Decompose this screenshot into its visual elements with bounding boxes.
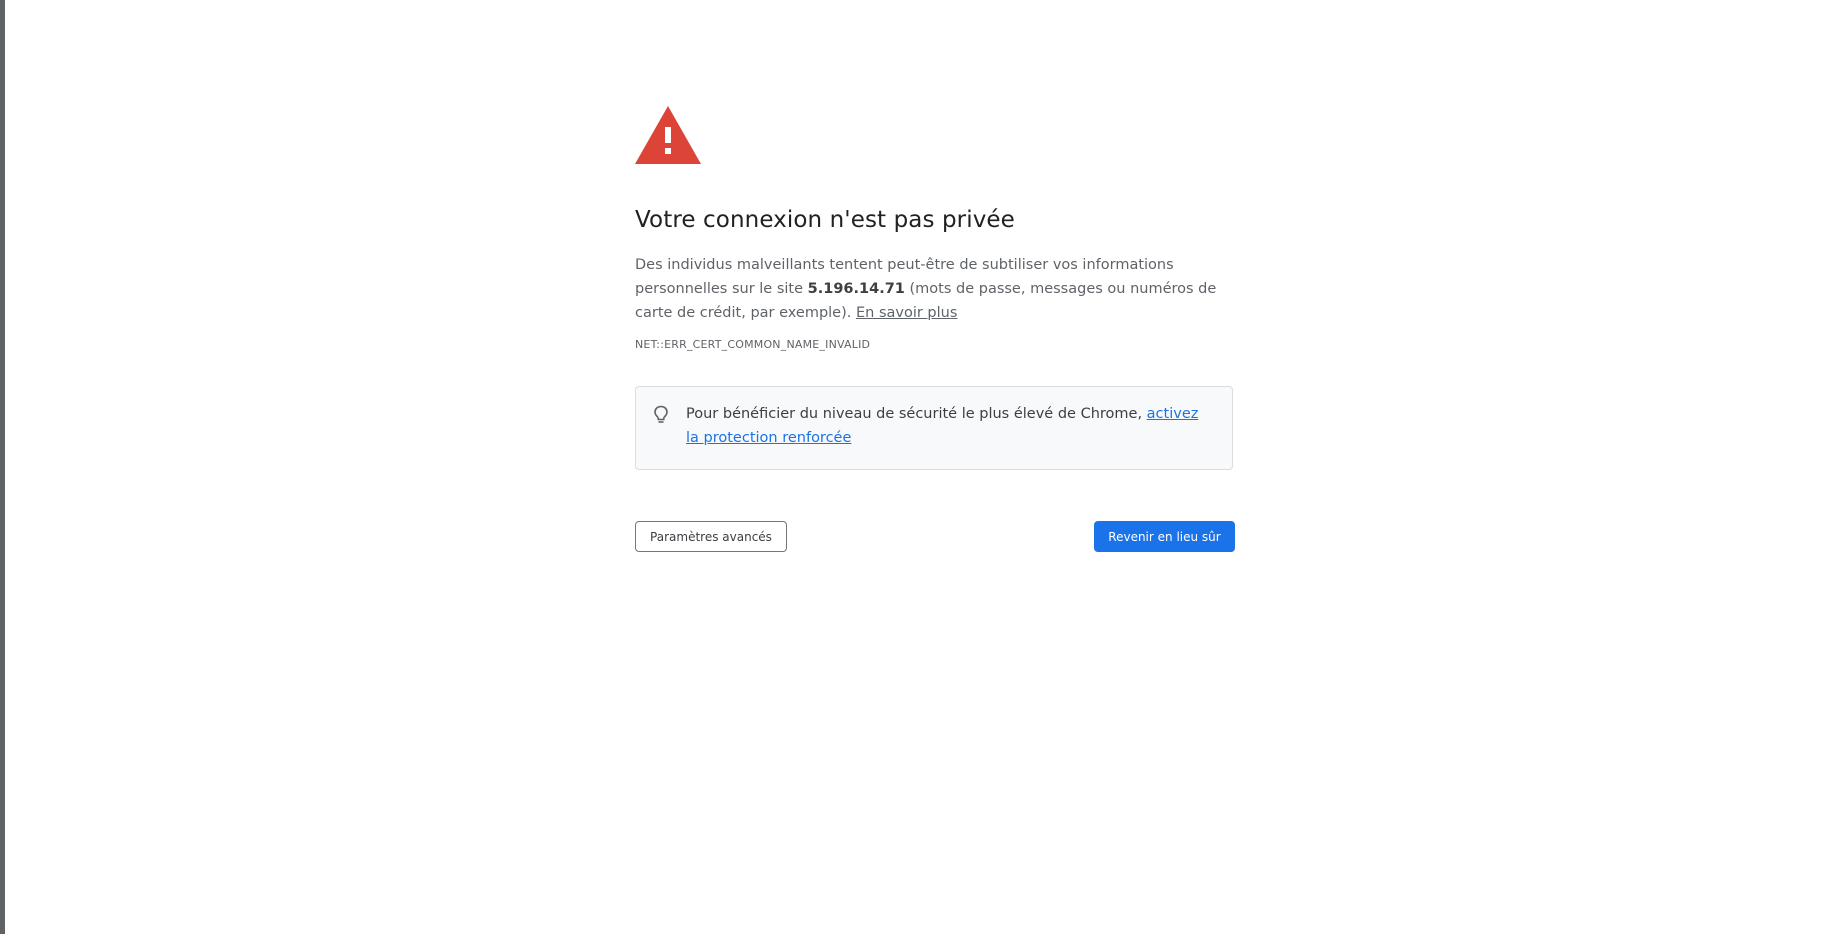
host-name: 5.196.14.71 bbox=[807, 281, 905, 297]
enhanced-protection-promo: Pour bénéficier du niveau de sécurité le… bbox=[635, 386, 1233, 470]
interstitial-container: Votre connexion n'est pas privée Des ind… bbox=[635, 106, 1235, 553]
promo-text: Pour bénéficier du niveau de sécurité le… bbox=[686, 402, 1206, 450]
advanced-settings-button[interactable]: Paramètres avancés bbox=[635, 521, 787, 552]
promo-text-start: Pour bénéficier du niveau de sécurité le… bbox=[686, 406, 1147, 422]
page-title: Votre connexion n'est pas privée bbox=[635, 207, 1015, 233]
learn-more-link[interactable]: En savoir plus bbox=[856, 305, 957, 321]
interstitial-page: Votre connexion n'est pas privée Des ind… bbox=[5, 0, 1845, 934]
back-to-safety-button[interactable]: Revenir en lieu sûr bbox=[1094, 521, 1235, 552]
lightbulb-icon bbox=[654, 405, 668, 423]
error-code: NET::ERR_CERT_COMMON_NAME_INVALID bbox=[635, 338, 871, 351]
main-explanation: Des individus malveillants tentent peut-… bbox=[635, 253, 1235, 325]
button-row: Paramètres avancés Revenir en lieu sûr bbox=[635, 521, 1235, 553]
warning-triangle-icon bbox=[635, 106, 701, 164]
